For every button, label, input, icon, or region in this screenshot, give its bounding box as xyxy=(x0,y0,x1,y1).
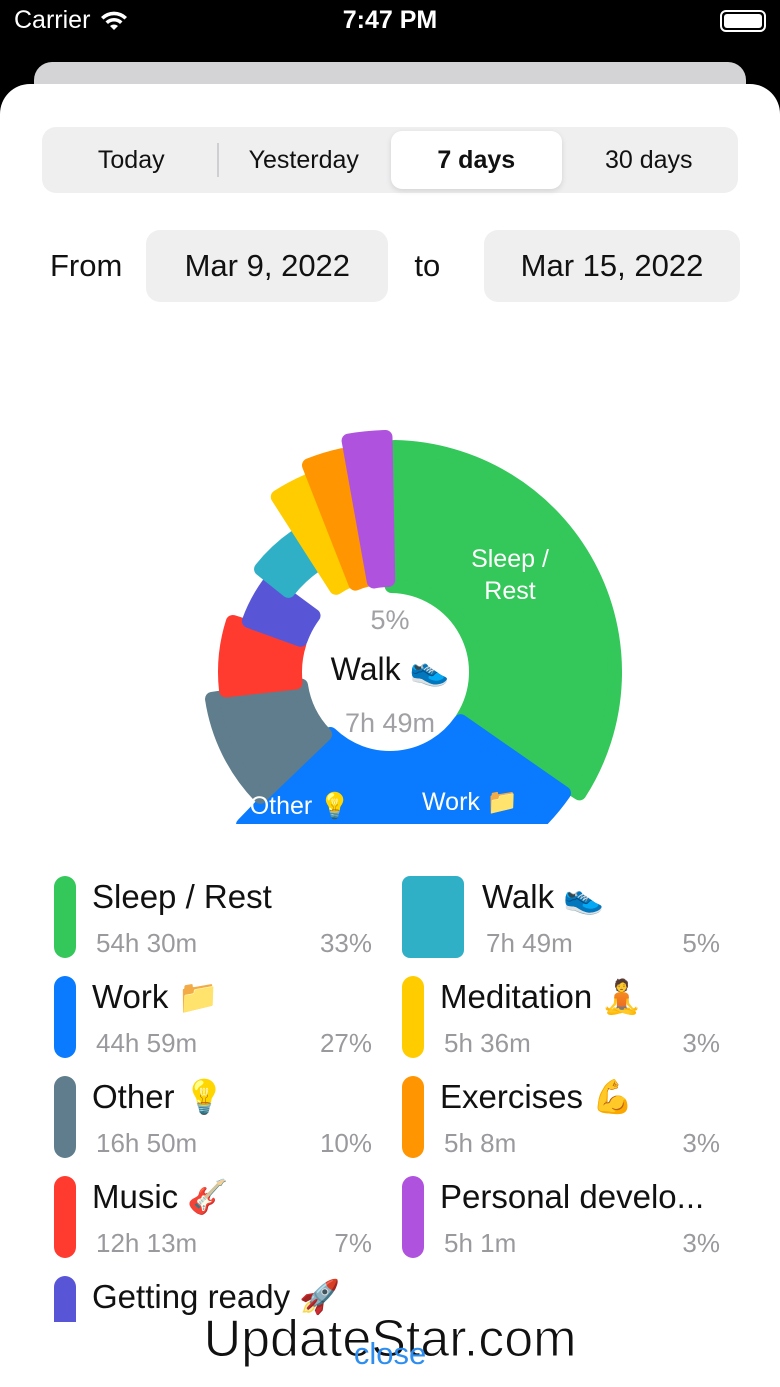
status-time: 7:47 PM xyxy=(342,6,438,34)
status-bar: Carrier 7:47 PM xyxy=(0,0,780,60)
legend-color-bar xyxy=(402,976,424,1058)
legend-title: Exercises 💪 xyxy=(440,1078,634,1115)
legend-item[interactable]: Meditation 🧘 5h 36m 3% xyxy=(402,976,720,1062)
legend-title: Meditation 🧘 xyxy=(440,978,643,1015)
from-date-picker[interactable]: Mar 9, 2022 xyxy=(146,230,389,302)
legend-duration: 7h 49m xyxy=(486,928,573,958)
slice-label-work: Work 📁 xyxy=(422,788,518,816)
date-range-row: From Mar 9, 2022 to Mar 15, 2022 xyxy=(50,230,740,302)
battery-icon xyxy=(720,10,766,32)
legend-title: Sleep / Rest xyxy=(92,878,272,915)
legend-item[interactable]: Other 💡 16h 50m 10% xyxy=(54,1076,372,1162)
legend-item[interactable]: Sleep / Rest 54h 30m 33% xyxy=(54,876,372,962)
statistics-sheet: Today Yesterday 7 days 30 days From Mar … xyxy=(0,84,780,1387)
to-date-picker[interactable]: Mar 15, 2022 xyxy=(484,230,740,302)
legend-percent: 10% xyxy=(319,1128,372,1158)
legend-duration: 54h 30m xyxy=(96,928,198,958)
legend-color-bar xyxy=(54,976,76,1058)
pie-slice-sleep-rest[interactable] xyxy=(384,440,622,801)
legend-duration: 44h 59m xyxy=(96,1028,198,1058)
legend-percent: 7% xyxy=(334,1228,372,1258)
legend-duration: 5h 8m xyxy=(444,1128,517,1158)
legend-color-bar xyxy=(402,1076,424,1158)
slice-label-sleep-line2: Rest xyxy=(484,577,535,605)
period-segmented-control: Today Yesterday 7 days 30 days xyxy=(42,127,738,193)
legend-title: Other 💡 xyxy=(92,1078,225,1115)
legend-percent: 27% xyxy=(319,1028,372,1058)
legend-color-bar xyxy=(54,1176,76,1258)
legend-percent: 5% xyxy=(682,928,720,958)
legend-percent: 3% xyxy=(682,1128,720,1158)
from-label: From xyxy=(50,248,123,283)
legend-percent: 3% xyxy=(682,1228,720,1258)
segment-30-days[interactable]: 30 days xyxy=(564,131,735,189)
slice-label-other: Other 💡 xyxy=(250,791,351,820)
segment-today[interactable]: Today xyxy=(46,131,217,189)
legend-item[interactable]: Walk 👟 7h 49m 5% xyxy=(402,876,720,962)
legend-duration: 12h 13m xyxy=(96,1228,198,1258)
legend-item[interactable]: Personal develo... 5h 1m 3% xyxy=(402,1176,720,1262)
pie-chart-svg: Sleep / Rest Work 📁 Other 💡 5% Walk 👟 7h 49m xyxy=(205,430,622,824)
legend-title: Music 🎸 xyxy=(92,1178,229,1215)
segment-7-days[interactable]: 7 days xyxy=(391,131,562,189)
legend-item[interactable]: Music 🎸 12h 13m 7% xyxy=(54,1176,372,1262)
legend-title: Personal develo... xyxy=(440,1178,705,1215)
legend-color-bar xyxy=(54,876,76,958)
legend-title: Walk 👟 xyxy=(482,878,605,915)
to-label: to xyxy=(414,248,441,283)
legend-color-bar xyxy=(402,1176,424,1258)
center-duration: 7h 49m xyxy=(345,708,435,738)
legend-title: Work 📁 xyxy=(92,978,219,1015)
center-percent: 5% xyxy=(370,605,409,635)
activity-pie-chart: Sleep / Rest Work 📁 Other 💡 5% Walk 👟 7h 49m xyxy=(0,354,780,824)
legend-percent: 3% xyxy=(682,1028,720,1058)
legend-duration: 5h 1m xyxy=(444,1228,517,1258)
legend-item[interactable]: Exercises 💪 5h 8m 3% xyxy=(402,1076,720,1162)
center-title: Walk 👟 xyxy=(331,651,450,688)
segment-yesterday[interactable]: Yesterday xyxy=(219,131,390,189)
slice-label-sleep-line1: Sleep / xyxy=(471,545,549,573)
legend-duration: 5h 36m xyxy=(444,1028,531,1058)
legend-color-bar xyxy=(402,876,464,958)
legend-item[interactable]: Work 📁 44h 59m 27% xyxy=(54,976,372,1062)
legend-percent: 33% xyxy=(319,928,372,958)
legend-color-bar xyxy=(54,1076,76,1158)
close-button[interactable]: close xyxy=(0,1336,780,1372)
legend-duration: 16h 50m xyxy=(96,1128,198,1158)
